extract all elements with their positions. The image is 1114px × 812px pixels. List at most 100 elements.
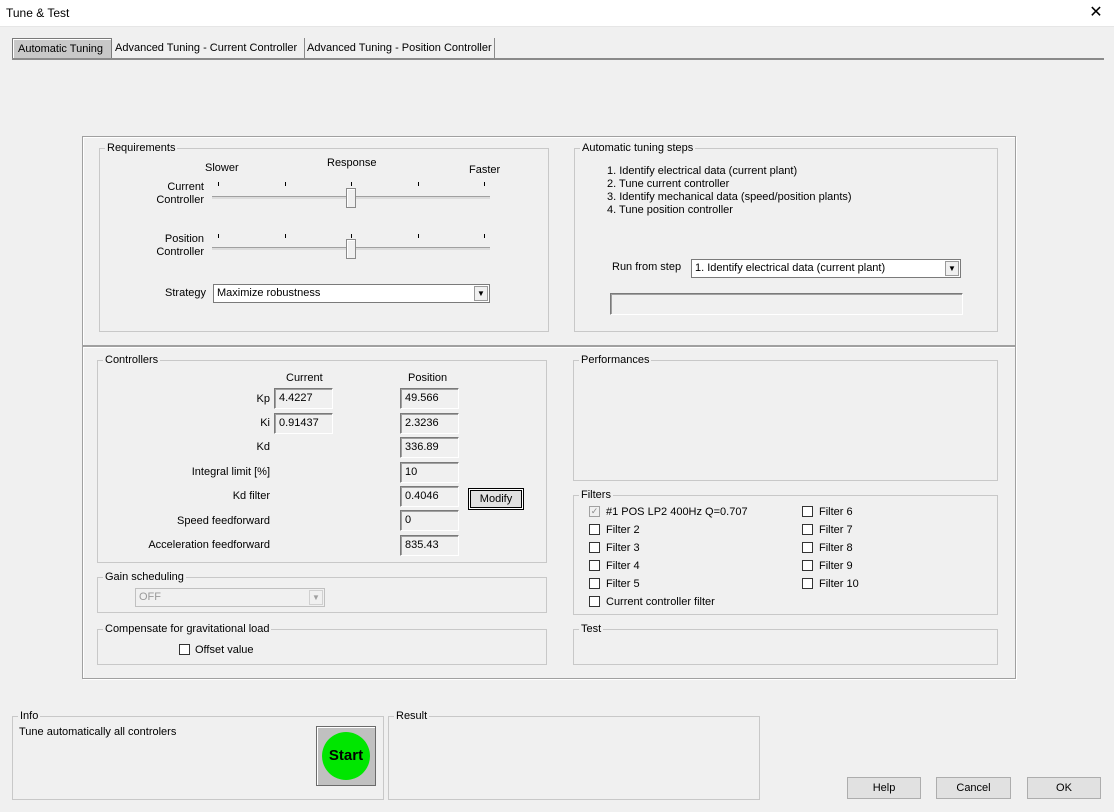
filter-2-checkbox[interactable] <box>589 524 600 535</box>
slider-tick <box>418 234 419 238</box>
slider-tick <box>484 234 485 238</box>
tab-automatic-tuning[interactable]: Automatic Tuning <box>12 38 112 59</box>
kp-current-field[interactable]: 4.4227 <box>274 388 333 409</box>
kd-filter-field[interactable]: 0.4046 <box>400 486 459 507</box>
modify-button[interactable]: Modify <box>468 488 524 510</box>
slider-tick <box>484 182 485 186</box>
start-button-label: Start <box>322 732 370 780</box>
progress-field <box>610 293 963 315</box>
filter-6-label: Filter 6 <box>819 506 853 518</box>
offset-value-label: Offset value <box>195 644 254 656</box>
position-response-slider[interactable] <box>212 232 490 262</box>
offset-value-checkbox[interactable] <box>179 644 190 655</box>
slider-tick <box>351 182 352 186</box>
response-label: Response <box>327 157 377 169</box>
current-controller-label-1: Current <box>167 181 204 193</box>
start-button[interactable]: Start <box>316 726 376 786</box>
ki-position-field[interactable]: 2.3236 <box>400 413 459 434</box>
step-4: 4. Tune position controller <box>607 204 733 216</box>
filter-1-checkbox[interactable]: ✓ <box>589 506 600 517</box>
strategy-select[interactable]: Maximize robustness ▼ <box>213 284 490 303</box>
info-title: Info <box>18 710 41 722</box>
run-from-select[interactable]: 1. Identify electrical data (current pla… <box>691 259 961 278</box>
strategy-label: Strategy <box>165 287 206 299</box>
performances-title: Performances <box>579 354 652 366</box>
slider-tick <box>218 182 219 186</box>
filter-10-checkbox[interactable] <box>802 578 813 589</box>
filter-8-checkbox[interactable] <box>802 542 813 553</box>
kd-filter-label: Kd filter <box>232 490 270 502</box>
slider-thumb[interactable] <box>346 188 356 208</box>
position-column-header: Position <box>408 372 448 384</box>
chevron-down-icon[interactable]: ▼ <box>945 261 959 276</box>
info-text: Tune automatically all controlers <box>19 726 177 738</box>
auto-steps-title: Automatic tuning steps <box>580 142 696 154</box>
filter-7-label: Filter 7 <box>819 524 853 536</box>
position-controller-label-2: Controller <box>156 246 204 258</box>
window-title: Tune & Test <box>6 6 70 20</box>
slider-tick <box>418 182 419 186</box>
filter-3-label: Filter 3 <box>606 542 640 554</box>
current-controller-label-2: Controller <box>156 194 204 206</box>
tab-advanced-position[interactable]: Advanced Tuning - Position Controller <box>302 38 495 58</box>
integral-limit-label: Integral limit [%] <box>191 466 270 478</box>
test-title: Test <box>579 623 604 635</box>
filter-6-checkbox[interactable] <box>802 506 813 517</box>
kp-position-field[interactable]: 49.566 <box>400 388 459 409</box>
requirements-title: Requirements <box>105 142 178 154</box>
faster-label: Faster <box>469 164 501 176</box>
ki-label: Ki <box>260 417 270 429</box>
help-button[interactable]: Help <box>847 777 921 799</box>
slider-tick <box>351 234 352 238</box>
filter-7-checkbox[interactable] <box>802 524 813 535</box>
integral-limit-field[interactable]: 10 <box>400 462 459 483</box>
result-group <box>388 716 760 800</box>
filters-title: Filters <box>579 489 613 501</box>
filter-10-label: Filter 10 <box>819 578 859 590</box>
slider-tick <box>218 234 219 238</box>
filter-8-label: Filter 8 <box>819 542 853 554</box>
filter-3-checkbox[interactable] <box>589 542 600 553</box>
ki-current-field[interactable]: 0.91437 <box>274 413 333 434</box>
filter-4-label: Filter 4 <box>606 560 640 572</box>
accel-feedforward-field[interactable]: 835.43 <box>400 535 459 556</box>
current-controller-filter-checkbox[interactable] <box>589 596 600 607</box>
speed-feedforward-field[interactable]: 0 <box>400 510 459 531</box>
gravity-title: Compensate for gravitational load <box>103 623 272 635</box>
accel-feedforward-label: Acceleration feedforward <box>148 539 270 551</box>
run-from-value: 1. Identify electrical data (current pla… <box>695 262 886 274</box>
title-bar: Tune & Test ✕ <box>0 0 1114 27</box>
close-icon[interactable]: ✕ <box>1084 2 1108 24</box>
ok-button[interactable]: OK <box>1027 777 1101 799</box>
filter-5-checkbox[interactable] <box>589 578 600 589</box>
test-group <box>573 629 998 665</box>
gain-scheduling-value: OFF <box>139 591 161 603</box>
tab-advanced-current[interactable]: Advanced Tuning - Current Controller <box>110 38 305 58</box>
chevron-down-icon[interactable]: ▼ <box>309 590 323 605</box>
position-controller-label-1: Position <box>164 233 204 245</box>
result-title: Result <box>394 710 430 722</box>
step-2: 2. Tune current controller <box>607 178 730 190</box>
current-response-slider[interactable] <box>212 180 490 210</box>
kd-position-field[interactable]: 336.89 <box>400 437 459 458</box>
chevron-down-icon[interactable]: ▼ <box>474 286 488 301</box>
filter-9-checkbox[interactable] <box>802 560 813 571</box>
strategy-value: Maximize robustness <box>217 287 321 299</box>
kd-label: Kd <box>256 441 270 453</box>
filter-2-label: Filter 2 <box>606 524 640 536</box>
step-1: 1. Identify electrical data (current pla… <box>607 165 798 177</box>
current-controller-filter-label: Current controller filter <box>606 596 715 608</box>
current-column-header: Current <box>286 372 323 384</box>
slider-tick <box>285 234 286 238</box>
performances-group <box>573 360 998 481</box>
gain-scheduling-select[interactable]: OFF ▼ <box>135 588 325 607</box>
slider-thumb[interactable] <box>346 239 356 259</box>
run-from-label: Run from step <box>612 261 682 273</box>
controllers-title: Controllers <box>103 354 161 366</box>
slider-tick <box>285 182 286 186</box>
kp-label: Kp <box>256 393 270 405</box>
cancel-button[interactable]: Cancel <box>936 777 1011 799</box>
filter-5-label: Filter 5 <box>606 578 640 590</box>
filter-4-checkbox[interactable] <box>589 560 600 571</box>
speed-feedforward-label: Speed feedforward <box>177 515 270 527</box>
